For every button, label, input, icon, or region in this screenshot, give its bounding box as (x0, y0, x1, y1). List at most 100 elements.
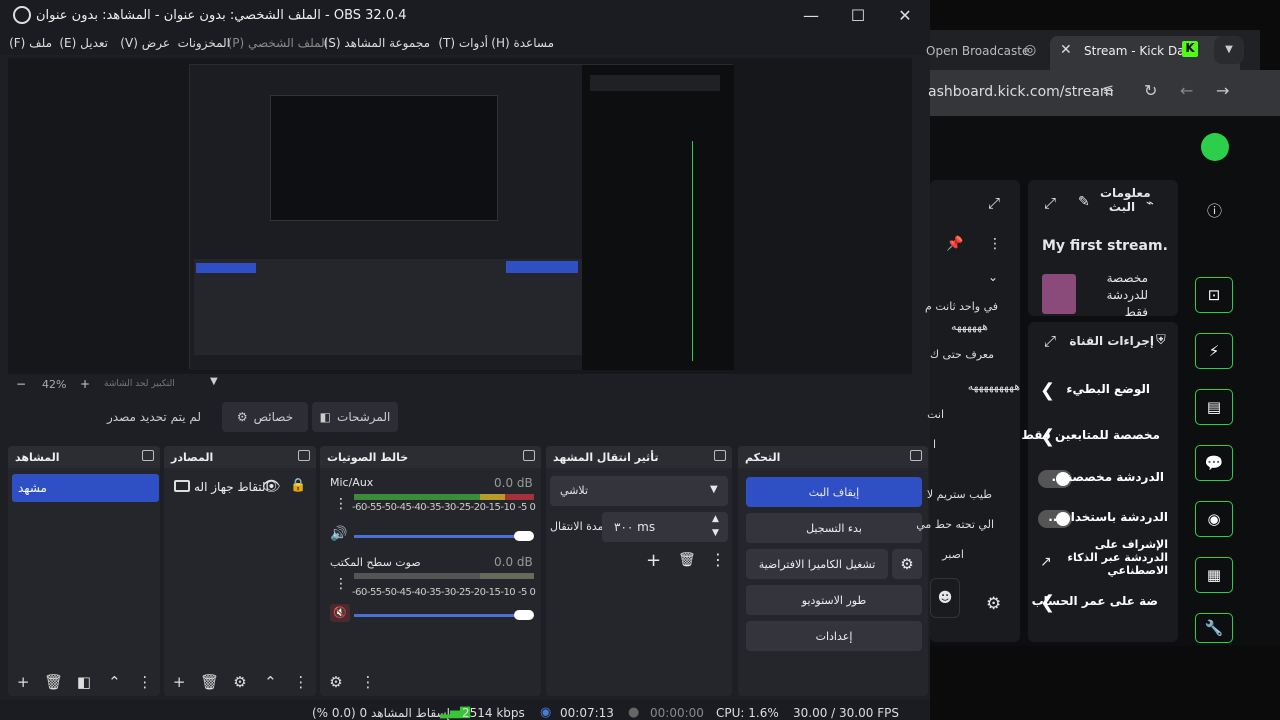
trash-icon[interactable]: 🗑 (678, 552, 696, 568)
add-icon[interactable]: + (164, 673, 194, 691)
followers-only-label[interactable]: مخصصة للمتابعين فقط (1021, 428, 1160, 442)
forward-icon[interactable]: → (1216, 81, 1229, 100)
volume-knob[interactable] (514, 531, 534, 541)
avatar[interactable] (1201, 133, 1229, 161)
menu-tools[interactable]: أدوات (T) (438, 36, 488, 50)
chat-line: ههههههه (950, 320, 988, 333)
site-settings-icon[interactable]: ⚟ (1102, 82, 1115, 100)
tag-icon: ⌁ (1146, 196, 1154, 211)
menu-edit[interactable]: تعديل (E) (59, 36, 108, 50)
menu-scene-collection[interactable]: مجموعة المشاهد (S) (324, 36, 430, 50)
tab-obs[interactable]: Open Broadcaste (926, 44, 1029, 58)
volume-slider[interactable] (354, 535, 520, 538)
properties-label: خصائص (253, 410, 294, 424)
move-up-icon[interactable]: ⌃ (99, 673, 129, 691)
menu-view[interactable]: عرض (V) (120, 36, 170, 50)
account-age-label[interactable]: ضة على عمر الحساب (1032, 594, 1158, 608)
broadcast-icon[interactable]: ◉ (1195, 501, 1233, 537)
external-link-icon[interactable]: ↗ (1040, 554, 1052, 570)
filters-button[interactable]: ◧ المرشحات (312, 402, 398, 432)
scene-item[interactable]: مشهد (12, 474, 159, 502)
lock-icon[interactable]: 🔒 (290, 478, 306, 493)
emoji-icon[interactable]: ☻ (930, 578, 960, 618)
maximize-button[interactable]: ☐ (835, 0, 881, 31)
slow-mode-label[interactable]: الوضع البطيء (1038, 382, 1150, 396)
gear-icon[interactable]: ⚙ (320, 673, 352, 691)
trash-icon[interactable]: 🗑 (38, 673, 68, 691)
stop-stream-button[interactable]: إيقاف البث (746, 477, 922, 507)
move-up-icon[interactable]: ⌃ (255, 673, 285, 691)
spin-down-icon[interactable]: ▼ (712, 528, 719, 538)
popout-icon[interactable] (910, 450, 922, 461)
zoom-in-button[interactable]: + (80, 377, 90, 391)
tab-kick[interactable]: ✕ Stream - Kick Da K (1050, 36, 1240, 70)
spin-up-icon[interactable]: ▲ (712, 514, 719, 524)
virtual-camera-button[interactable]: تشغيل الكاميرا الافتراضية (746, 549, 888, 579)
zoom-dropdown-icon[interactable]: ▼ (210, 376, 218, 387)
properties-button[interactable]: ⚙ خصائص (222, 402, 308, 432)
chat-line: الي تحته حط مي (916, 518, 994, 531)
ai-moderation-label[interactable]: الإشراف على الدردشة عبر الذكاء الاصطناعي (1058, 538, 1168, 577)
back-icon[interactable]: ← (1180, 81, 1193, 100)
expand-icon[interactable]: ⤢ (988, 194, 1000, 212)
more-icon[interactable]: ⋮ (710, 550, 726, 569)
more-icon[interactable]: ⋮ (130, 673, 160, 691)
zoom-out-button[interactable]: − (16, 377, 26, 391)
stream-info-title: معلومات البث (1100, 186, 1151, 214)
more-icon[interactable]: ⋮ (334, 496, 348, 512)
virtual-camera-settings-button[interactable]: ⚙ (892, 549, 922, 579)
transition-select[interactable]: تلاشي ▼ (550, 476, 728, 506)
menu-docks[interactable]: المخزونات (178, 36, 230, 50)
volume-slider[interactable] (354, 614, 520, 617)
eye-icon[interactable]: 👁 (262, 477, 281, 495)
filter-icon[interactable]: ◧ (69, 673, 99, 691)
menu-profile[interactable]: الملف الشخصي (P) (228, 36, 328, 50)
lightning-icon[interactable]: ⚡ (1195, 333, 1233, 369)
transitions-title: تأثير انتقال المشهد (553, 451, 659, 464)
close-tab-icon[interactable]: ✕ (1060, 42, 1072, 58)
menu-file[interactable]: ملف (F) (9, 36, 52, 50)
trash-icon[interactable]: 🗑 (194, 673, 224, 691)
layout-icon[interactable]: ▦ (1195, 557, 1233, 593)
more-icon[interactable]: ⋮ (286, 673, 316, 691)
expand-icon[interactable]: ⤢ (1044, 332, 1056, 350)
gear-icon: ⚙ (900, 555, 914, 573)
chevron-down-icon[interactable]: ⌄ (988, 270, 998, 284)
volume-knob[interactable] (514, 610, 534, 620)
popout-icon[interactable] (298, 450, 310, 461)
pin-icon[interactable]: 📌 (946, 236, 963, 252)
bitrate: 2514 kbps (462, 706, 525, 720)
add-icon[interactable]: + (8, 673, 38, 691)
popout-icon[interactable] (523, 450, 535, 461)
screenshot-icon[interactable]: ⊡ (1195, 277, 1233, 313)
chat-icon[interactable]: 💬 (1195, 445, 1233, 481)
start-recording-button[interactable]: بدء التسجيل (746, 513, 922, 543)
studio-mode-button[interactable]: طور الاستوديو (746, 585, 922, 615)
notes-icon[interactable]: ▤ (1195, 389, 1233, 425)
speaker-icon[interactable]: 🔊 (330, 526, 347, 542)
minimize-button[interactable]: — (788, 0, 834, 31)
settings-button[interactable]: إعدادات (746, 621, 922, 651)
more-icon[interactable]: ⋮ (334, 576, 348, 592)
pencil-icon[interactable]: ✎ (1078, 194, 1090, 210)
reload-icon[interactable]: ↻ (1144, 81, 1157, 100)
popout-icon[interactable] (142, 450, 154, 461)
more-icon[interactable]: ⋮ (988, 236, 1002, 252)
wrench-icon[interactable]: 🔧 (1195, 613, 1233, 643)
gear-icon[interactable]: ⚙ (986, 594, 1001, 614)
expand-icon[interactable]: ⤢ (1044, 194, 1056, 212)
more-icon[interactable]: ⋮ (352, 673, 384, 691)
tab-search-icon[interactable]: ▼ (1214, 36, 1244, 64)
zoom-fit-label: التكبير لحد الشاشة (104, 379, 175, 389)
info-icon[interactable]: ⓘ (1207, 200, 1222, 221)
source-item[interactable]: التقاط جهاز اله (194, 480, 269, 494)
meter-ticks: -60-55-50-45-40-35-30-25-20-15-10 -5 0 (352, 502, 536, 513)
muted-speaker-icon[interactable]: 🔇 (330, 604, 350, 622)
popout-icon[interactable] (714, 450, 726, 461)
add-icon[interactable]: + (646, 550, 661, 571)
duration-input[interactable]: ٣٠٠ ms ▲ ▼ (602, 512, 728, 542)
gear-icon[interactable]: ⚙ (225, 673, 255, 691)
url-text[interactable]: ashboard.kick.com/stream (928, 84, 1114, 100)
close-button[interactable]: ✕ (882, 0, 928, 31)
menu-help[interactable]: مساعدة (H) (491, 36, 554, 50)
